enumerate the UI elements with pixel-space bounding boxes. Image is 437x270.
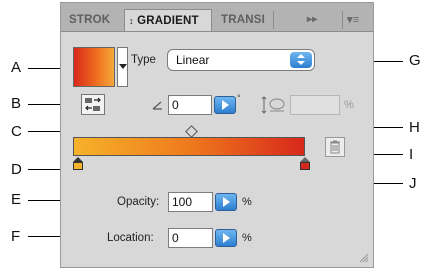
gradient-panel: STROK ↕ GRADIENT TRANSI ▸▸ ▾≡ Type Linea… xyxy=(60,2,374,268)
location-label: Location: xyxy=(107,232,154,244)
swatch-dropdown-button[interactable] xyxy=(117,47,128,87)
callout-a: A xyxy=(11,59,22,76)
tab-divider-2 xyxy=(342,11,343,29)
opacity-unit: % xyxy=(242,196,252,208)
gradient-swatch[interactable] xyxy=(73,47,115,87)
tab-reorder-icon: ↕ xyxy=(129,16,134,26)
callout-d: D xyxy=(11,161,22,178)
aspect-unit: % xyxy=(344,99,354,111)
opacity-label: Opacity: xyxy=(117,196,160,208)
chevron-down-icon xyxy=(119,64,127,69)
double-chevron-icon[interactable]: ▸▸ xyxy=(307,9,317,31)
callout-f: F xyxy=(11,228,21,245)
callout-e: E xyxy=(11,191,22,208)
color-stop-right[interactable] xyxy=(299,157,311,171)
callout-g: G xyxy=(409,52,421,69)
tab-gradient-label: GRADIENT xyxy=(137,15,199,27)
color-stop-left[interactable] xyxy=(72,157,84,171)
gradient-slider[interactable] xyxy=(73,137,305,156)
reverse-gradient-icon xyxy=(85,97,101,111)
aspect-field xyxy=(290,95,340,115)
aspect-ratio-icon xyxy=(261,96,285,114)
callout-b: B xyxy=(11,95,22,112)
stepper-dropdown-icon xyxy=(290,52,312,68)
type-dropdown-value: Linear xyxy=(176,53,210,67)
angle-stepper-button[interactable] xyxy=(214,96,236,114)
callout-h: H xyxy=(409,119,420,136)
opacity-stepper-button[interactable] xyxy=(215,193,237,211)
tab-gradient[interactable]: ↕ GRADIENT xyxy=(124,9,212,31)
panel-menu-icon[interactable]: ▾≡ xyxy=(347,9,359,31)
delete-stop-button[interactable] xyxy=(325,137,345,157)
tab-stroke[interactable]: STROK xyxy=(69,9,110,31)
callout-i: I xyxy=(409,146,414,163)
type-label: Type xyxy=(131,54,156,66)
type-dropdown[interactable]: Linear xyxy=(167,49,315,71)
location-stepper-button[interactable] xyxy=(215,229,237,247)
degree-symbol: ° xyxy=(237,93,241,103)
callout-c: C xyxy=(11,123,22,140)
tab-transparency[interactable]: TRANSI xyxy=(221,9,265,31)
opacity-field[interactable]: 100 xyxy=(168,192,213,212)
tab-divider xyxy=(273,11,274,29)
location-field[interactable]: 0 xyxy=(168,228,213,248)
callout-j: J xyxy=(409,175,417,192)
tab-bar: STROK ↕ GRADIENT TRANSI ▸▸ ▾≡ xyxy=(61,3,373,32)
location-unit: % xyxy=(242,232,252,244)
trash-icon xyxy=(330,140,340,154)
angle-icon xyxy=(152,101,162,110)
angle-field[interactable]: 0 xyxy=(168,95,212,115)
reverse-gradient-button[interactable] xyxy=(81,94,105,115)
resize-grip-icon[interactable] xyxy=(359,253,369,263)
midpoint-diamond[interactable] xyxy=(185,125,198,138)
